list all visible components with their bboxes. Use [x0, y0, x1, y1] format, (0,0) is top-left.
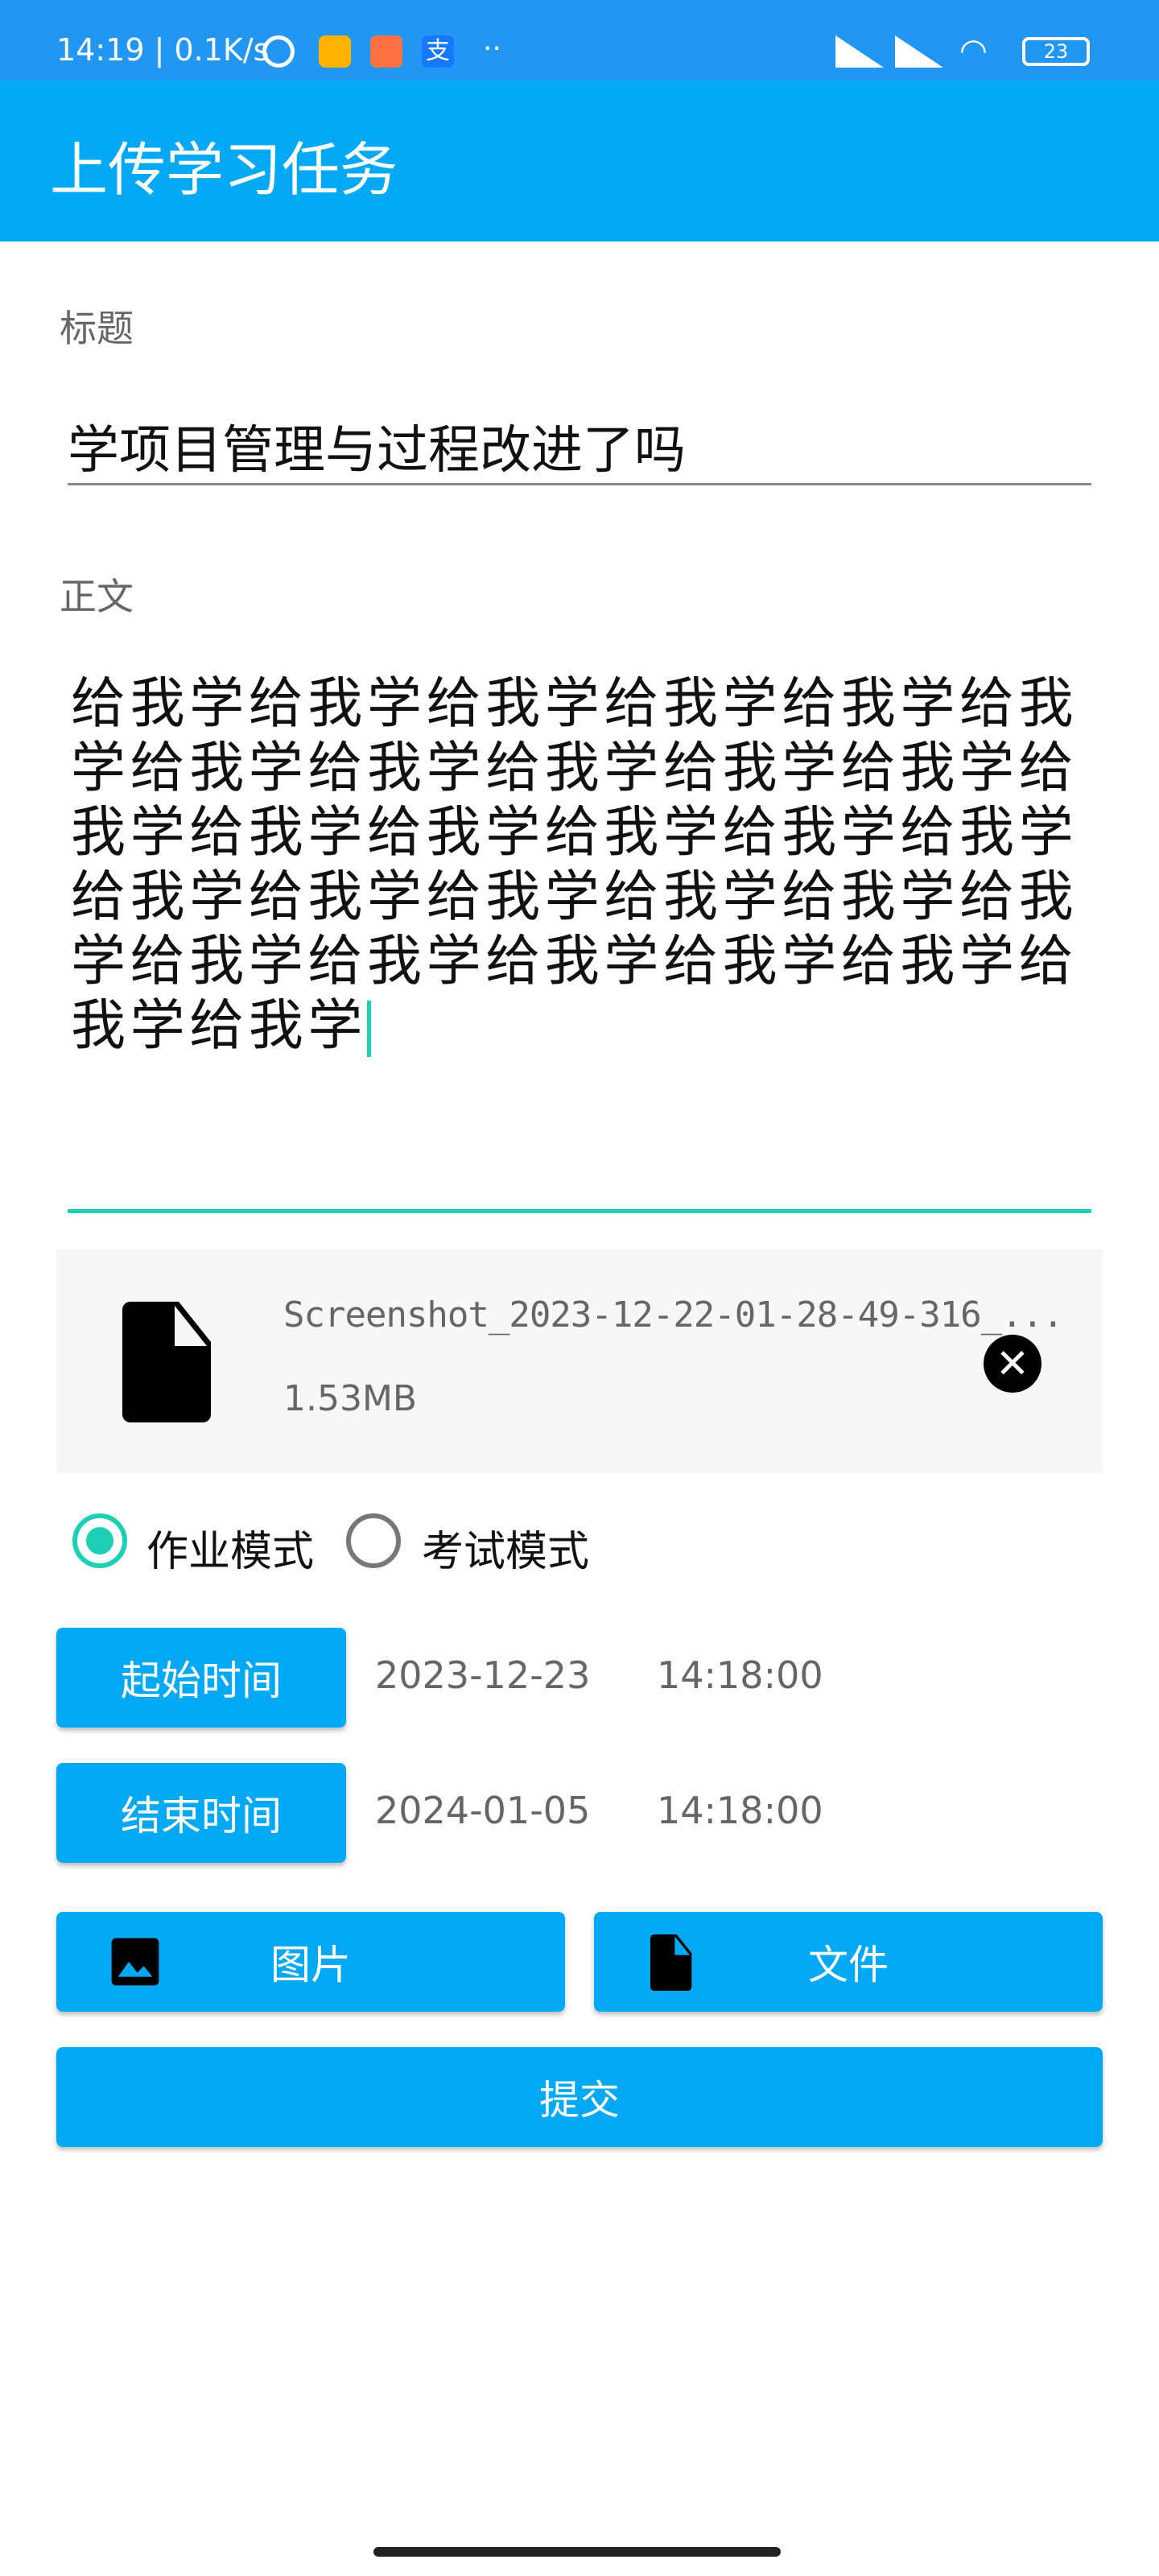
body-input[interactable]: 给我学给我学给我学给我学给我学给我学给我学给我学给我学给我学给我学给我学给我学给… — [71, 672, 1093, 1059]
title-underline — [68, 483, 1091, 485]
attachment-card: Screenshot_2023-12-22-01-28-49-316_... 1… — [56, 1249, 1103, 1473]
file-button-label: 文件 — [808, 1942, 889, 1988]
title-label: 标题 — [60, 307, 134, 350]
signal-hd-icon — [835, 35, 884, 68]
end-time-button[interactable]: 结束时间 — [56, 1763, 346, 1863]
body-text: 给我学给我学给我学给我学给我学给我学给我学给我学给我学给我学给我学给我学给我学给… — [71, 672, 1079, 1058]
home-indicator[interactable] — [373, 2547, 781, 2557]
remove-attachment-icon[interactable]: ✕ — [984, 1335, 1041, 1393]
mi-store-icon — [370, 35, 402, 68]
radio-label-homework: 作业模式 — [146, 1528, 315, 1576]
radio-label-exam: 考试模式 — [422, 1528, 590, 1576]
battery-icon: 23 — [1022, 37, 1090, 66]
start-time: 14:18:00 — [657, 1653, 823, 1697]
image-icon — [111, 1938, 159, 1986]
title-input[interactable]: 学项目管理与过程改进了吗 — [68, 409, 1091, 483]
text-cursor — [367, 1001, 372, 1058]
wifi-icon: ◠ — [959, 32, 988, 69]
file-manager-icon — [319, 35, 351, 68]
end-time: 14:18:00 — [657, 1789, 823, 1832]
body-underline — [68, 1209, 1091, 1213]
radio-homework-mode[interactable] — [72, 1513, 127, 1568]
image-button[interactable]: 图片 — [56, 1912, 565, 2012]
page-title: 上传学习任务 — [50, 136, 398, 204]
file-icon — [122, 1302, 211, 1422]
file-icon — [650, 1934, 692, 1991]
alipay-icon: 支 — [422, 35, 454, 68]
more-dots-icon: ·· — [483, 32, 501, 65]
status-time: 14:19 | 0.1K/s — [56, 32, 270, 68]
app-bar: 上传学习任务 — [0, 80, 1159, 242]
body-label: 正文 — [60, 575, 134, 618]
start-time-button[interactable]: 起始时间 — [56, 1628, 346, 1728]
attachment-size: 1.53MB — [283, 1378, 418, 1419]
start-date: 2023-12-23 — [375, 1653, 591, 1697]
radio-exam-mode[interactable] — [346, 1513, 401, 1568]
file-button[interactable]: 文件 — [594, 1912, 1103, 2012]
status-bar: 14:19 | 0.1K/s 支 ·· ◠ 23 — [0, 0, 1159, 80]
alarm-icon — [262, 35, 295, 68]
submit-button[interactable]: 提交 — [56, 2047, 1103, 2147]
end-date: 2024-01-05 — [375, 1789, 591, 1832]
attachment-name: Screenshot_2023-12-22-01-28-49-316_... — [283, 1294, 1064, 1335]
image-button-label: 图片 — [270, 1942, 351, 1988]
signal-hd-icon — [895, 35, 943, 68]
